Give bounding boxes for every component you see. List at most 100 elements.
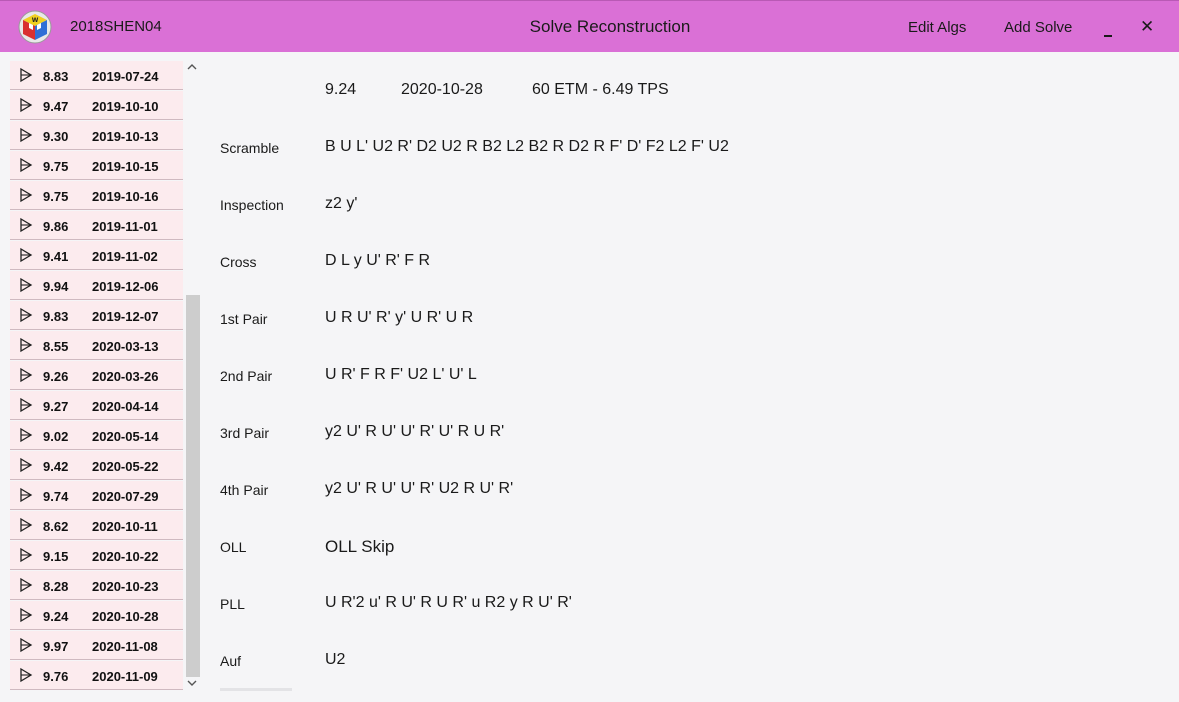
step-label: 4th Pair [220,482,269,498]
window-title: Solve Reconstruction [529,17,691,36]
step-moves: U R'2 u' R U' R U R' u R2 y R U' R' [325,594,572,611]
solve-list-date: 2019-11-01 [92,219,158,234]
step-label: Auf [220,653,242,669]
solve-list-item[interactable]: 9.27 2020-04-14 [10,391,183,420]
solve-list-time: 9.27 [43,399,69,414]
solve-list-item[interactable]: 9.24 2020-10-28 [10,601,183,630]
edit-algs-button[interactable]: Edit Algs [908,19,966,36]
solve-list-time: 9.42 [43,459,69,474]
solve-list[interactable]: 8.83 2019-07-24 9.47 2019-10-10 9.30 2019-10-… [10,61,183,702]
play-arrow-icon [20,397,33,413]
solve-list-item[interactable]: 9.02 2020-05-14 [10,421,183,450]
solve-list-item[interactable]: 8.28 2020-10-23 [10,571,183,600]
solve-list-item[interactable]: 9.83 2019-12-07 [10,301,183,330]
scrollbar-thumb[interactable] [186,295,200,677]
step-label: Scramble [220,140,280,156]
solve-list-item[interactable]: 9.75 2019-10-15 [10,151,183,180]
play-arrow-icon [20,637,33,653]
step-moves: U2 [325,651,346,668]
step-moves: OLL Skip [325,537,395,556]
solve-date: 2020-10-28 [401,81,483,98]
scrollbar[interactable] [183,52,201,702]
solve-list-time: 9.15 [43,549,69,564]
solve-list-date: 2020-10-28 [92,609,159,624]
play-arrow-icon [20,367,33,383]
solve-list-date: 2020-11-09 [92,669,158,684]
play-arrow-icon [20,487,33,503]
solve-list-time: 9.76 [43,669,69,684]
title-bar: W 2018SHEN04 Solve Reconstruction Edit A… [0,0,1179,52]
solve-time: 9.24 [325,81,357,98]
solve-list-date: 2019-10-10 [92,99,159,114]
scroll-up-icon[interactable] [187,62,197,72]
horizontal-scrollbar[interactable] [220,688,292,691]
solve-list-item[interactable]: 9.26 2020-03-26 [10,361,183,390]
solve-stats: 60 ETM - 6.49 TPS [532,81,669,98]
solve-list-item[interactable]: 9.41 2019-11-02 [10,241,183,270]
solve-list-item[interactable]: 9.30 2019-10-13 [10,121,183,150]
play-arrow-icon [20,157,33,173]
app-logo-icon: W [18,10,52,44]
solve-list-time: 9.75 [43,189,69,204]
solve-list-item[interactable]: 9.94 2019-12-06 [10,271,183,300]
solve-list-item[interactable]: 9.15 2020-10-22 [10,541,183,570]
solve-list-item[interactable]: 9.42 2020-05-22 [10,451,183,480]
solve-list-time: 9.24 [43,609,69,624]
step-label: Inspection [220,197,284,213]
play-arrow-icon [20,427,33,443]
solve-list-date: 2019-12-06 [92,279,159,294]
solve-detail: 9.24 2020-10-28 60 ETM - 6.49 TPS Scramb… [210,52,1179,702]
step-label: Cross [220,254,257,270]
solve-list-date: 2019-11-02 [92,249,158,264]
solve-list-time: 9.41 [43,249,69,264]
solve-list-item[interactable]: 8.55 2020-03-13 [10,331,183,360]
solve-list-item[interactable]: 9.47 2019-10-10 [10,91,183,120]
solve-list-item[interactable]: 8.83 2019-07-24 [10,61,183,90]
close-icon[interactable]: ✕ [1140,19,1154,36]
step-moves: D L y U' R' F R [325,252,431,269]
minimize-icon[interactable] [1100,15,1116,37]
step-moves: y2 U' R U' U' R' U2 R U' R' [325,480,514,497]
play-arrow-icon [20,187,33,203]
solve-list-time: 9.86 [43,219,69,234]
solve-list-date: 2020-07-29 [92,489,159,504]
solve-list-item[interactable]: 8.62 2020-10-11 [10,511,183,540]
play-arrow-icon [20,337,33,353]
solve-list-item[interactable]: 9.97 2020-11-08 [10,631,183,660]
play-arrow-icon [20,667,33,683]
step-moves: U R U' R' y' U R' U R [325,309,474,326]
play-arrow-icon [20,247,33,263]
solve-list-time: 9.02 [43,429,69,444]
solve-list-date: 2019-12-07 [92,309,159,324]
step-moves: z2 y' [325,195,358,212]
solve-list-item[interactable]: 9.75 2019-10-16 [10,181,183,210]
solve-list-date: 2020-03-26 [92,369,159,384]
step-moves: U R' F R F' U2 L' U' L [325,366,477,383]
add-solve-button[interactable]: Add Solve [1004,19,1072,36]
play-arrow-icon [20,217,33,233]
solve-list-date: 2020-10-23 [92,579,159,594]
solve-list-item[interactable]: 9.76 2020-11-09 [10,661,183,690]
solve-list-date: 2020-05-14 [92,429,159,444]
play-arrow-icon [20,517,33,533]
solve-list-date: 2020-11-08 [92,639,158,654]
solve-list-time: 9.26 [43,369,69,384]
step-label: 2nd Pair [220,368,273,384]
solve-list-date: 2020-03-13 [92,339,159,354]
play-arrow-icon [20,547,33,563]
solve-list-date: 2020-10-22 [92,549,159,564]
solve-list-item[interactable]: 9.74 2020-07-29 [10,481,183,510]
user-name: 2018SHEN04 [70,18,162,35]
step-label: OLL [220,539,247,555]
step-label: 3rd Pair [220,425,270,441]
play-arrow-icon [20,67,33,83]
solve-list-date: 2020-04-14 [92,399,159,414]
solve-list-time: 8.28 [43,579,69,594]
scroll-down-icon[interactable] [187,678,197,688]
step-label: PLL [220,596,245,612]
solve-list-time: 8.62 [43,519,69,534]
play-arrow-icon [20,607,33,623]
solve-list-date: 2020-10-11 [92,519,158,534]
solve-list-time: 8.55 [43,339,69,354]
solve-list-item[interactable]: 9.86 2019-11-01 [10,211,183,240]
